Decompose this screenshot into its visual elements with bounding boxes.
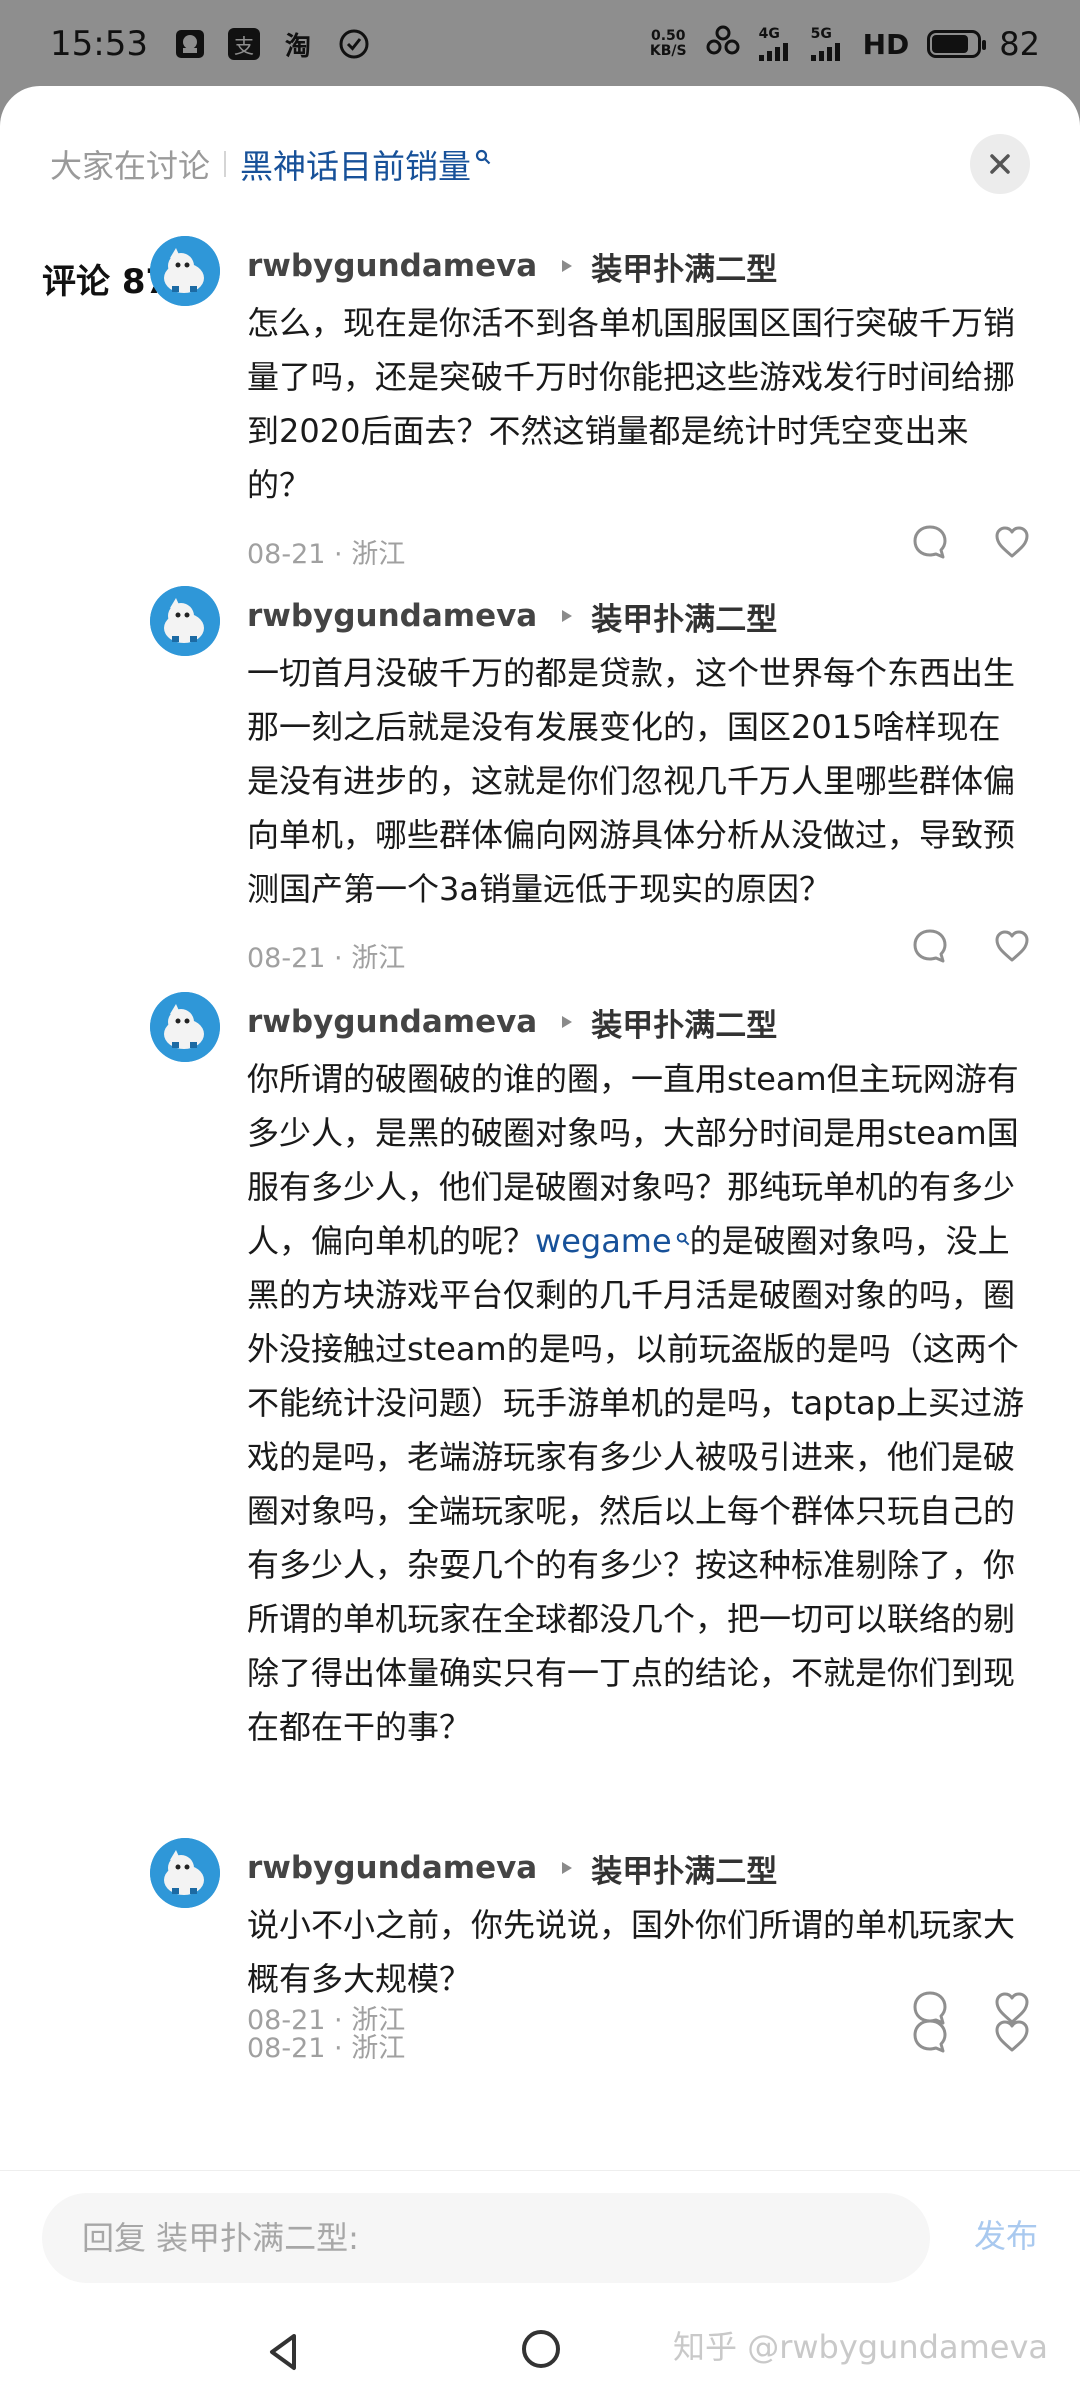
- like-heart-icon[interactable]: [992, 2016, 1032, 2056]
- comment-meta: 08-21 · 浙江: [247, 943, 406, 974]
- reply-input[interactable]: [42, 2193, 930, 2283]
- status-time: 15:53: [50, 24, 148, 64]
- comment-header: rwbygundameva 装甲扑满二型: [247, 1000, 777, 1044]
- reply-arrow-icon: [561, 1861, 573, 1875]
- comment-reply-to[interactable]: 装甲扑满二型: [591, 1846, 777, 1891]
- battery-percent: 82: [999, 25, 1040, 63]
- network-speed: 0.50 KB/S: [650, 29, 687, 59]
- signal-5g: 5G: [810, 26, 845, 61]
- comment-actions: [910, 522, 1032, 562]
- search-icon: [676, 1208, 690, 1262]
- status-bar: 15:53 支 淘 0.50 KB/S 4G 5G HD 82: [0, 0, 1080, 88]
- comment-reply-icon[interactable]: [910, 522, 950, 562]
- comment-author[interactable]: rwbygundameva: [247, 248, 537, 284]
- comment-text[interactable]: 怎么，现在是你活不到各单机国服国区国行突破千万销量了吗，还是突破千万时你能把这些…: [247, 296, 1027, 512]
- battery-icon: [927, 30, 987, 58]
- avatar[interactable]: [150, 992, 220, 1062]
- wegame-link-text[interactable]: wegame: [535, 1222, 672, 1260]
- comment-author[interactable]: rwbygundameva: [247, 598, 537, 634]
- nav-home-icon[interactable]: [522, 2330, 560, 2368]
- system-nav-bar: 知乎 @rwbygundameva: [0, 2310, 1080, 2400]
- notification-icon: [172, 26, 208, 62]
- comment-author[interactable]: rwbygundameva: [247, 1004, 537, 1040]
- close-icon: [990, 154, 1010, 174]
- reply-bar: 发布: [0, 2170, 1080, 2310]
- comment-actions: [910, 2016, 1032, 2056]
- check-circle-icon: [336, 26, 372, 62]
- comment-reply-icon[interactable]: [910, 2016, 950, 2056]
- topic-divider: [224, 151, 227, 177]
- reply-arrow-icon: [561, 259, 573, 273]
- wegame-link[interactable]: wegame: [535, 1222, 690, 1260]
- comment-meta: 08-21 · 浙江: [247, 539, 406, 570]
- avatar[interactable]: [150, 586, 220, 656]
- reply-arrow-icon: [561, 1015, 573, 1029]
- like-heart-icon[interactable]: [992, 522, 1032, 562]
- battery-fill: [932, 35, 969, 53]
- comment-reply-icon[interactable]: [910, 926, 950, 966]
- hd-voice-label: HD: [862, 27, 910, 61]
- avatar[interactable]: [150, 236, 220, 306]
- topic-link[interactable]: 黑神话目前销量: [240, 140, 491, 188]
- signal-4g-label: 4G: [758, 26, 780, 42]
- comment-text[interactable]: 说小不小之前，你先说说，国外你们所谓的单机玩家大概有多大规模？: [247, 1898, 1027, 2006]
- comment-text[interactable]: 一切首月没破千万的都是贷款，这个世界每个东西出生那一刻之后就是没有发展变化的，国…: [247, 646, 1027, 916]
- comment-text-part: 的是破圈对象吗，没上黑的方块游戏平台仅剩的几千月活是破圈对象的吗，圈外没接触过s…: [247, 1222, 1024, 1746]
- topic-prefix: 大家在讨论: [50, 147, 211, 185]
- comments-sheet: 大家在讨论 黑神话目前销量 评论 87 rwbygundameva 装甲扑满二型…: [0, 86, 1080, 2400]
- comment-actions: [910, 926, 1032, 966]
- comment-author[interactable]: rwbygundameva: [247, 1850, 537, 1886]
- comment-text[interactable]: 你所谓的破圈破的谁的圈，一直用steam但主玩网游有多少人，是黑的破圈对象吗，大…: [247, 1052, 1027, 1754]
- taobao-icon: 淘: [284, 31, 311, 62]
- reply-arrow-icon: [561, 609, 573, 623]
- publish-button[interactable]: 发布: [974, 2211, 1038, 2257]
- comment-header: rwbygundameva 装甲扑满二型: [247, 244, 777, 288]
- nav-back-icon[interactable]: [266, 2332, 300, 2376]
- like-heart-icon[interactable]: [992, 926, 1032, 966]
- topic-link-text[interactable]: 黑神话目前销量: [240, 147, 471, 186]
- avatar[interactable]: [150, 1838, 220, 1908]
- close-button[interactable]: [970, 134, 1030, 194]
- signal-5g-label: 5G: [810, 26, 832, 42]
- comment-reply-to[interactable]: 装甲扑满二型: [591, 244, 777, 289]
- comment-header: rwbygundameva 装甲扑满二型: [247, 594, 777, 638]
- signal-4g: 4G: [758, 26, 793, 61]
- hotspot-icon: [705, 25, 741, 64]
- topic-bar: 大家在讨论 黑神话目前销量: [50, 134, 1040, 194]
- alipay-icon: 支: [227, 28, 260, 60]
- network-speed-value: 0.50: [650, 28, 686, 44]
- watermark: 知乎 @rwbygundameva: [673, 2328, 1048, 2366]
- network-speed-unit: KB/S: [649, 43, 687, 59]
- comment-reply-to[interactable]: 装甲扑满二型: [591, 594, 777, 639]
- search-icon: [475, 134, 491, 173]
- comment-reply-to[interactable]: 装甲扑满二型: [591, 1000, 777, 1045]
- comment-meta: 08-21 · 浙江: [247, 2033, 406, 2064]
- comment-header: rwbygundameva 装甲扑满二型: [247, 1846, 777, 1890]
